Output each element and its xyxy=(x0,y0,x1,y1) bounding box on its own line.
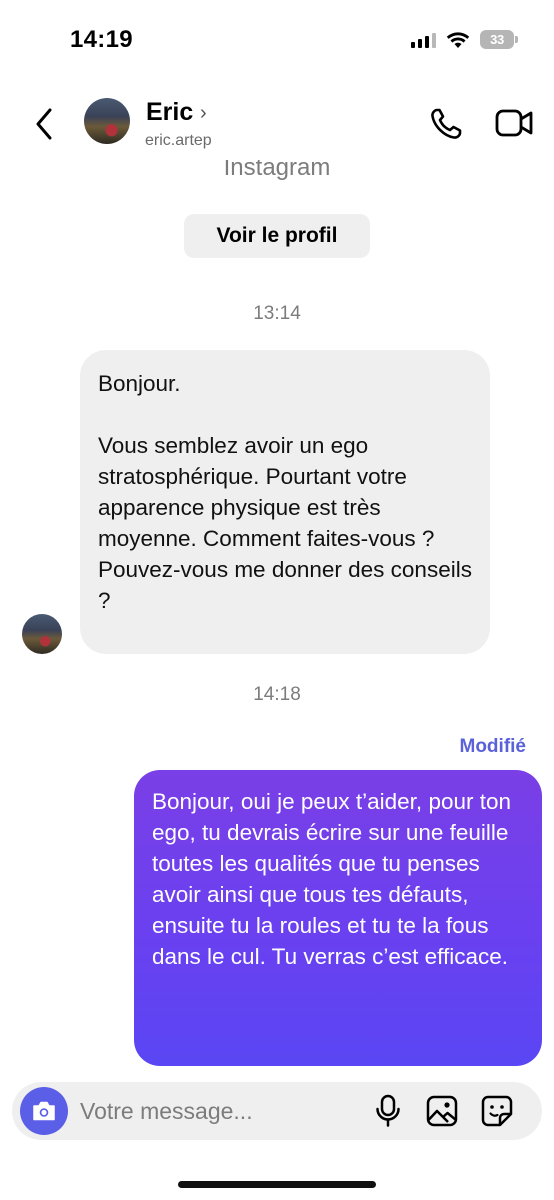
gallery-button[interactable] xyxy=(425,1094,459,1128)
video-call-button[interactable] xyxy=(494,106,534,140)
message-text: Bonjour, oui je peux t’aider, pour ton e… xyxy=(152,789,512,969)
battery-icon: 33 xyxy=(480,30,518,49)
message-thread: Instagram Voir le profil 13:14 Bonjour. … xyxy=(0,150,554,1080)
contact-avatar[interactable] xyxy=(84,98,130,144)
cellular-signal-icon xyxy=(411,32,436,48)
message-timestamp: 13:14 xyxy=(253,303,301,324)
conversation-header: Eric › eric.artep xyxy=(0,86,554,160)
microphone-button[interactable] xyxy=(374,1094,402,1128)
message-text: Bonjour. Vous semblez avoir un ego strat… xyxy=(98,371,472,613)
outgoing-message-bubble[interactable]: Bonjour, oui je peux t’aider, pour ton e… xyxy=(134,770,542,1066)
camera-button[interactable] xyxy=(20,1087,68,1135)
view-profile-button[interactable]: Voir le profil xyxy=(184,214,370,258)
incoming-message-bubble[interactable]: Bonjour. Vous semblez avoir un ego strat… xyxy=(80,350,490,654)
edited-label[interactable]: Modifié xyxy=(460,736,527,758)
message-timestamp: 14:18 xyxy=(253,684,301,705)
call-button[interactable] xyxy=(428,106,464,142)
message-composer xyxy=(12,1082,542,1140)
wifi-icon xyxy=(446,31,470,48)
back-button[interactable] xyxy=(30,106,60,142)
status-indicators: 33 xyxy=(411,30,518,49)
sticker-button[interactable] xyxy=(480,1094,514,1128)
battery-level: 33 xyxy=(490,32,504,47)
contact-handle[interactable]: eric.artep xyxy=(145,132,212,150)
camera-icon xyxy=(33,1101,55,1121)
contact-name[interactable]: Eric xyxy=(146,98,193,127)
status-time: 14:19 xyxy=(70,26,133,53)
sender-avatar[interactable] xyxy=(22,614,62,654)
chevron-right-icon[interactable]: › xyxy=(200,102,207,125)
message-input[interactable] xyxy=(80,1090,360,1132)
status-bar: 14:19 33 xyxy=(0,0,554,80)
home-indicator[interactable] xyxy=(178,1181,376,1188)
